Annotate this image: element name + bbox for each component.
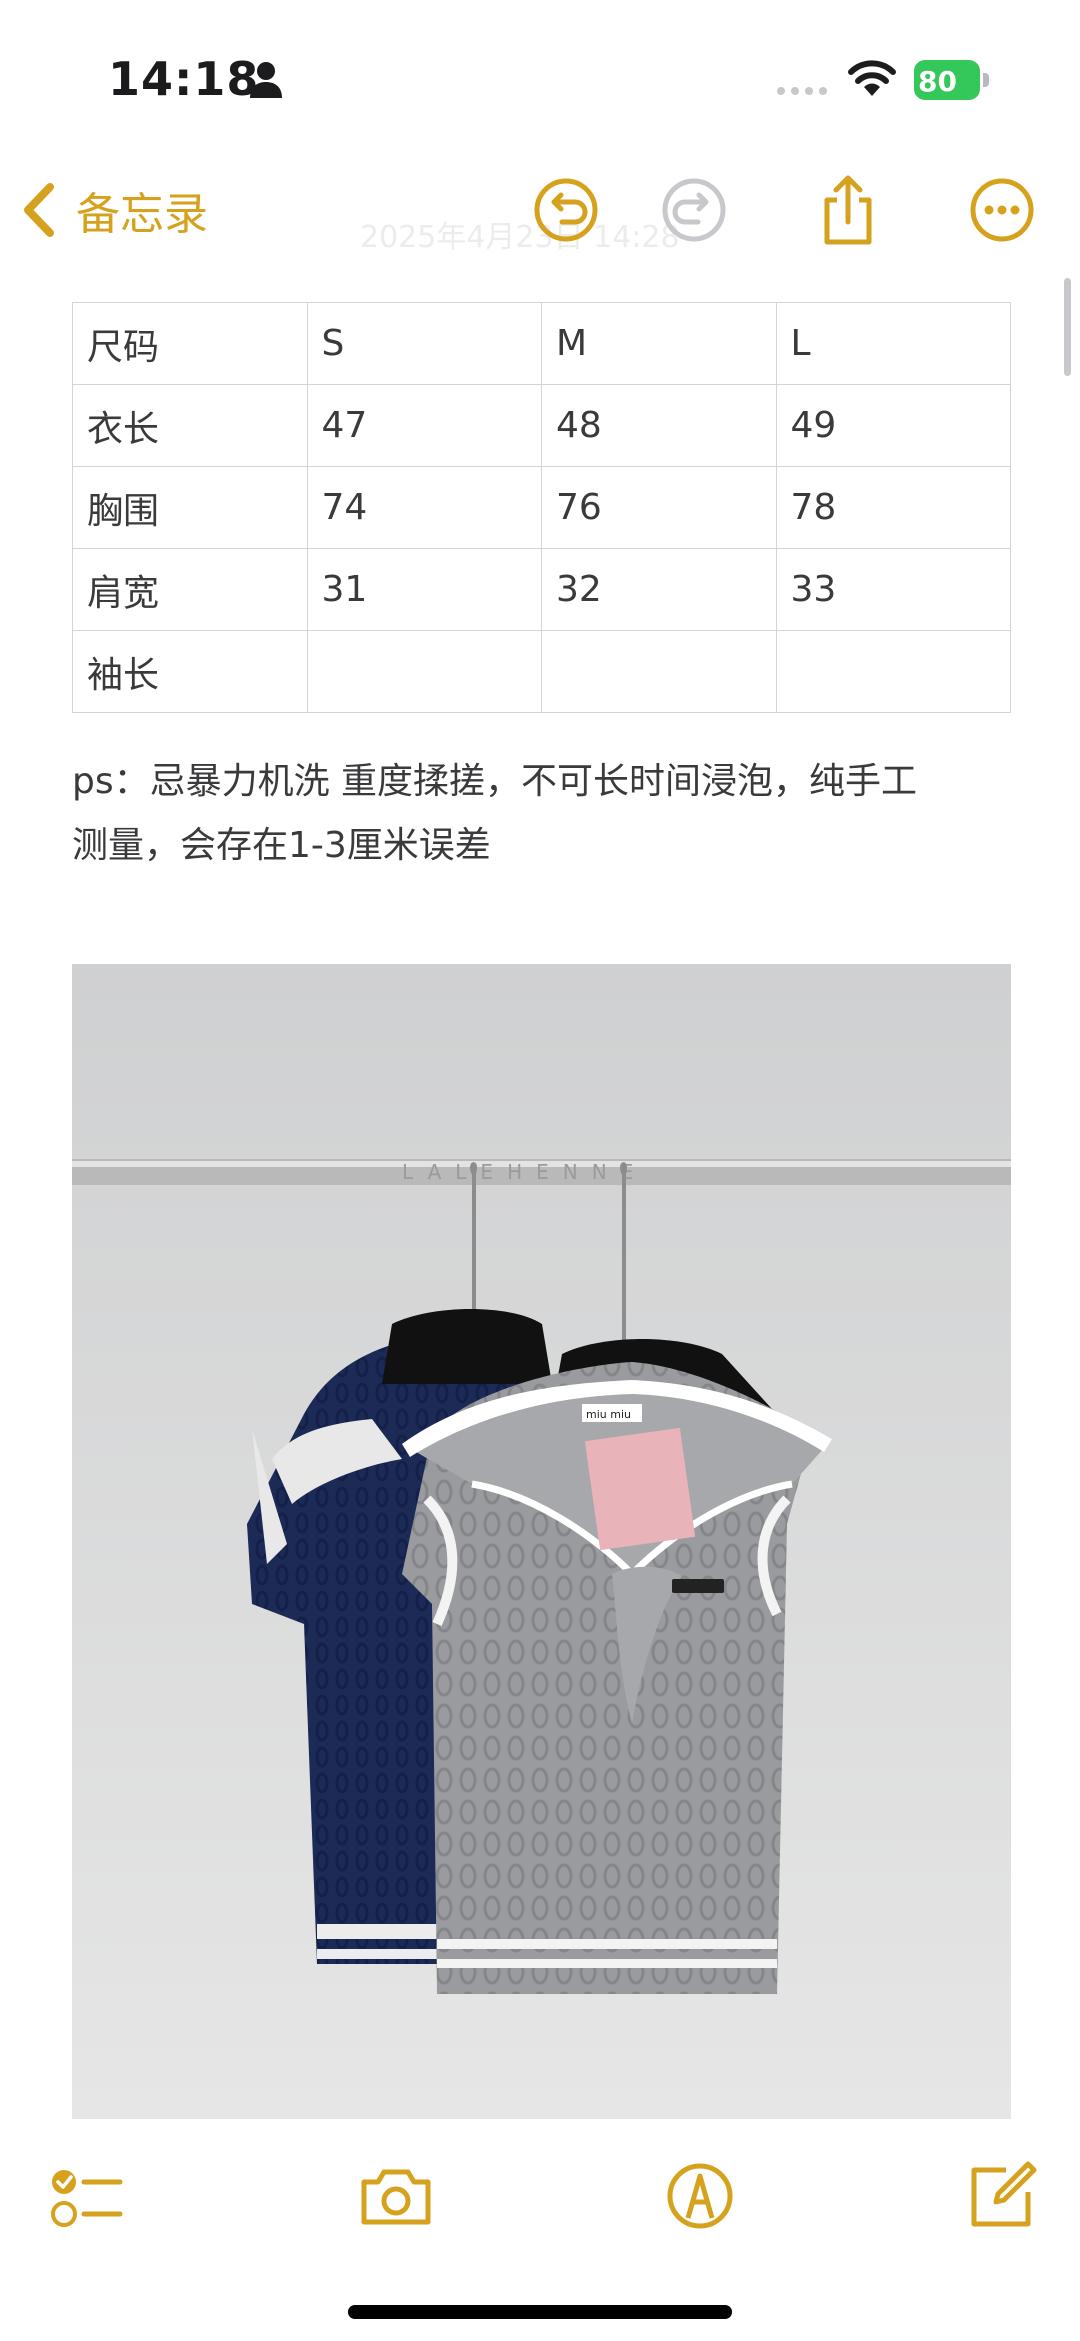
size-table-cell: 32: [541, 548, 777, 631]
size-table-cell: 48: [541, 384, 777, 467]
size-table-cell: 74: [306, 466, 542, 549]
more-icon[interactable]: [964, 172, 1040, 248]
size-table-row-header: 袖长: [72, 630, 308, 713]
photo-tag-text: miu miu: [586, 1408, 631, 1421]
size-table-row: 袖长: [72, 630, 1011, 713]
signal-icon: [777, 87, 827, 95]
redo-icon[interactable]: [656, 172, 732, 248]
size-table-cell: S: [306, 302, 542, 385]
wifi-icon: [848, 60, 896, 96]
size-table-row-header: 胸围: [72, 466, 308, 549]
back-label: 备忘录: [76, 189, 208, 240]
photo-watermark: LALEHENNE: [402, 1160, 647, 1184]
undo-icon[interactable]: [528, 172, 604, 248]
size-table-cell: [541, 630, 777, 713]
compose-icon[interactable]: [962, 2156, 1042, 2236]
camera-icon[interactable]: [356, 2156, 436, 2236]
size-table-cell: 76: [541, 466, 777, 549]
size-table-row-header: 尺码: [72, 302, 308, 385]
share-icon[interactable]: [810, 172, 886, 248]
product-photo-image: LALEHENNE miu miu: [72, 964, 1011, 2119]
markup-icon[interactable]: [660, 2156, 740, 2236]
size-table: 尺码 S M L 衣长 47 48 49 胸围 74 76 78 肩宽 31 32 33 袖长: [72, 302, 1011, 713]
size-table-row: 尺码 S M L: [72, 302, 1011, 385]
care-note-line: ps：忌暴力机洗 重度揉搓，不可长时间浸泡，纯手工: [72, 761, 918, 802]
scroll-indicator[interactable]: [1064, 278, 1071, 376]
status-bar: 14:18 80: [0, 0, 1080, 150]
back-button[interactable]: 备忘录: [22, 180, 208, 240]
checklist-icon[interactable]: [46, 2156, 126, 2236]
size-table-cell: 49: [775, 384, 1011, 467]
person-icon: [250, 62, 282, 98]
status-time: 14:18: [108, 52, 260, 106]
size-table-cell: [775, 630, 1011, 713]
bottom-toolbar: [0, 2140, 1080, 2260]
back-chevron-icon: [24, 183, 54, 237]
care-note: ps：忌暴力机洗 重度揉搓，不可长时间浸泡，纯手工 测量，会存在1-3厘米误差: [72, 750, 1012, 878]
battery-level: 80: [918, 65, 957, 98]
size-table-cell: 78: [775, 466, 1011, 549]
battery-icon: 80: [914, 60, 992, 100]
nav-bar: 备忘录: [0, 160, 1080, 260]
size-table-cell: L: [775, 302, 1011, 385]
product-photo[interactable]: LALEHENNE miu miu: [72, 964, 1011, 2119]
size-table-row: 肩宽 31 32 33: [72, 548, 1011, 631]
size-table-cell: 31: [306, 548, 542, 631]
size-table-row: 衣长 47 48 49: [72, 384, 1011, 467]
size-table-row-header: 肩宽: [72, 548, 308, 631]
size-table-row: 胸围 74 76 78: [72, 466, 1011, 549]
care-note-line: 测量，会存在1-3厘米误差: [72, 825, 491, 866]
size-table-cell: [306, 630, 542, 713]
size-table-cell: 47: [306, 384, 542, 467]
home-indicator[interactable]: [348, 2305, 732, 2319]
size-table-row-header: 衣长: [72, 384, 308, 467]
size-table-cell: M: [541, 302, 777, 385]
size-table-cell: 33: [775, 548, 1011, 631]
